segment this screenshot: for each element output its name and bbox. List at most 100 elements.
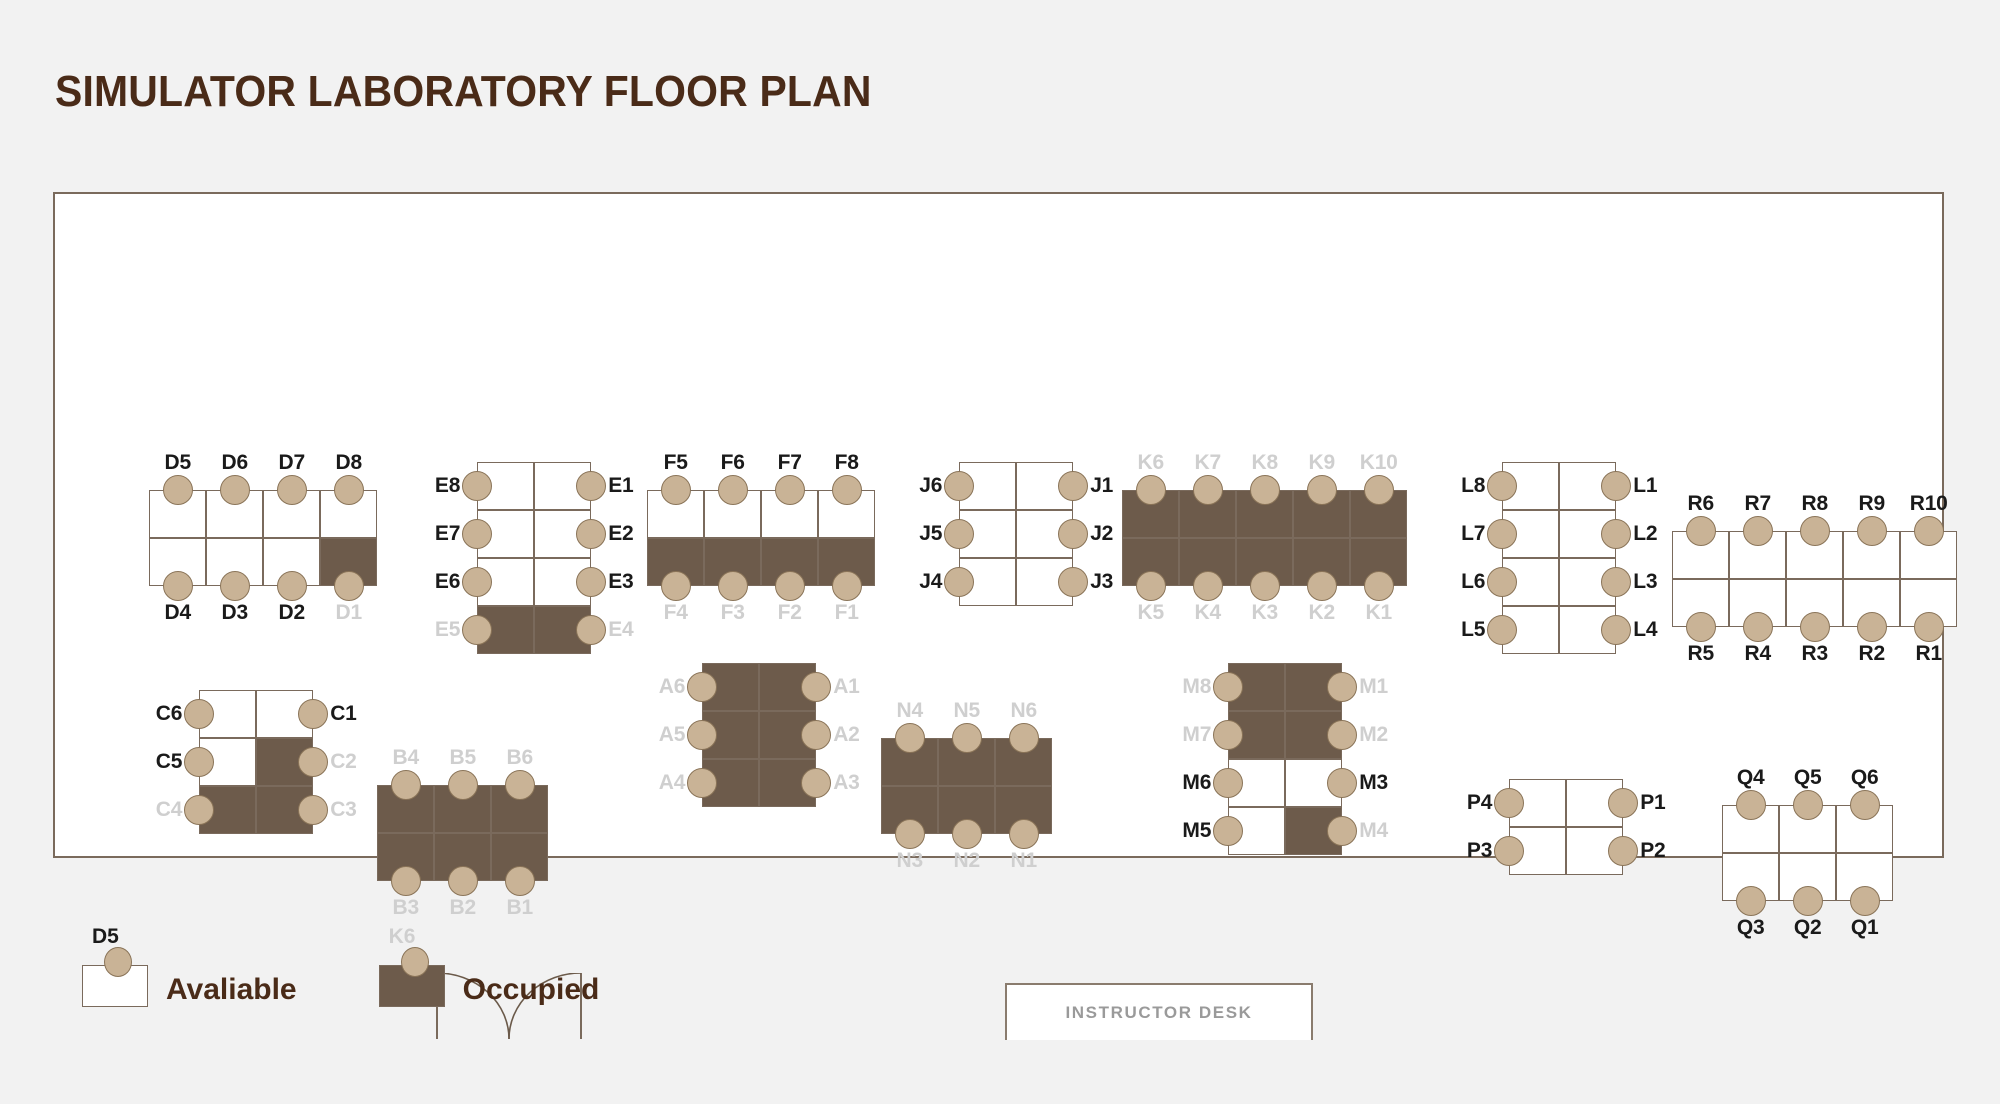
seat-icon-k3[interactable] bbox=[1249, 571, 1280, 602]
seat-icon-b3[interactable] bbox=[390, 866, 421, 897]
desk-p1[interactable]: P1 bbox=[1566, 779, 1666, 828]
desk-r10[interactable]: R10 bbox=[1900, 492, 1958, 580]
desk-r6[interactable]: R6 bbox=[1672, 492, 1730, 580]
desk-k9[interactable]: K9 bbox=[1293, 451, 1351, 539]
desk-l4[interactable]: L4 bbox=[1559, 606, 1658, 655]
seat-icon-j5[interactable] bbox=[944, 519, 975, 550]
desk-q1[interactable]: Q1 bbox=[1836, 853, 1894, 939]
seat-icon-n3[interactable] bbox=[894, 819, 925, 850]
desk-k2[interactable]: K2 bbox=[1293, 538, 1351, 624]
seat-icon-c2[interactable] bbox=[298, 747, 329, 778]
seat-icon-n2[interactable] bbox=[951, 819, 982, 850]
seat-icon-r6[interactable] bbox=[1685, 516, 1716, 547]
desk-f2[interactable]: F2 bbox=[761, 538, 819, 624]
seat-icon-q4[interactable] bbox=[1735, 790, 1766, 821]
desk-a3[interactable]: A3 bbox=[759, 759, 860, 808]
seat-icon-n6[interactable] bbox=[1008, 723, 1039, 754]
seat-icon-l1[interactable] bbox=[1601, 471, 1632, 502]
desk-j3[interactable]: J3 bbox=[1016, 558, 1113, 607]
seat-icon-k1[interactable] bbox=[1363, 571, 1394, 602]
seat-icon-r9[interactable] bbox=[1856, 516, 1887, 547]
desk-c1[interactable]: C1 bbox=[256, 690, 357, 739]
desk-e8[interactable]: E8 bbox=[435, 462, 535, 511]
desk-f4[interactable]: F4 bbox=[647, 538, 705, 624]
desk-r3[interactable]: R3 bbox=[1786, 579, 1844, 665]
desk-b3[interactable]: B3 bbox=[377, 833, 435, 919]
seat-icon-m8[interactable] bbox=[1213, 672, 1244, 703]
seat-icon-b1[interactable] bbox=[504, 866, 535, 897]
desk-r1[interactable]: R1 bbox=[1900, 579, 1958, 665]
seat-icon-n1[interactable] bbox=[1008, 819, 1039, 850]
desk-k4[interactable]: K4 bbox=[1179, 538, 1237, 624]
seat-icon-c5[interactable] bbox=[184, 747, 215, 778]
desk-d6[interactable]: D6 bbox=[206, 451, 264, 539]
desk-k10[interactable]: K10 bbox=[1350, 451, 1408, 539]
seat-icon-e7[interactable] bbox=[462, 519, 493, 550]
desk-n5[interactable]: N5 bbox=[938, 699, 996, 787]
seat-icon-m3[interactable] bbox=[1327, 768, 1358, 799]
seat-icon-r7[interactable] bbox=[1742, 516, 1773, 547]
desk-m8[interactable]: M8 bbox=[1182, 663, 1286, 712]
seat-icon-d4[interactable] bbox=[162, 571, 193, 602]
seat-icon-j3[interactable] bbox=[1058, 567, 1089, 598]
desk-q5[interactable]: Q5 bbox=[1779, 766, 1837, 854]
seat-icon-k7[interactable] bbox=[1192, 475, 1223, 506]
desk-c2[interactable]: C2 bbox=[256, 738, 357, 787]
seat-icon-p1[interactable] bbox=[1608, 788, 1639, 819]
desk-e5[interactable]: E5 bbox=[435, 606, 535, 655]
seat-icon-e5[interactable] bbox=[462, 615, 493, 646]
seat-icon-q2[interactable] bbox=[1792, 886, 1823, 917]
desk-d1[interactable]: D1 bbox=[320, 538, 378, 624]
desk-q3[interactable]: Q3 bbox=[1722, 853, 1780, 939]
seat-icon-d6[interactable] bbox=[219, 475, 250, 506]
seat-icon-j2[interactable] bbox=[1058, 519, 1089, 550]
seat-icon-b2[interactable] bbox=[447, 866, 478, 897]
desk-m4[interactable]: M4 bbox=[1285, 807, 1388, 856]
seat-icon-q3[interactable] bbox=[1735, 886, 1766, 917]
desk-m1[interactable]: M1 bbox=[1285, 663, 1388, 712]
desk-p4[interactable]: P4 bbox=[1467, 779, 1567, 828]
seat-icon-b6[interactable] bbox=[504, 770, 535, 801]
seat-icon-k4[interactable] bbox=[1192, 571, 1223, 602]
seat-icon-f8[interactable] bbox=[831, 475, 862, 506]
seat-icon-a4[interactable] bbox=[687, 768, 718, 799]
desk-a4[interactable]: A4 bbox=[659, 759, 760, 808]
desk-e2[interactable]: E2 bbox=[534, 510, 634, 559]
desk-q4[interactable]: Q4 bbox=[1722, 766, 1780, 854]
seat-icon-b5[interactable] bbox=[447, 770, 478, 801]
desk-f6[interactable]: F6 bbox=[704, 451, 762, 539]
desk-b1[interactable]: B1 bbox=[491, 833, 549, 919]
desk-j6[interactable]: J6 bbox=[919, 462, 1017, 511]
seat-icon-n5[interactable] bbox=[951, 723, 982, 754]
desk-c3[interactable]: C3 bbox=[256, 786, 357, 835]
seat-icon-a1[interactable] bbox=[801, 672, 832, 703]
seat-icon-f2[interactable] bbox=[774, 571, 805, 602]
desk-m5[interactable]: M5 bbox=[1182, 807, 1286, 856]
seat-icon-k10[interactable] bbox=[1363, 475, 1394, 506]
desk-c4[interactable]: C4 bbox=[156, 786, 257, 835]
desk-e4[interactable]: E4 bbox=[534, 606, 634, 655]
desk-n1[interactable]: N1 bbox=[995, 786, 1053, 872]
desk-m3[interactable]: M3 bbox=[1285, 759, 1388, 808]
seat-icon-f1[interactable] bbox=[831, 571, 862, 602]
desk-n6[interactable]: N6 bbox=[995, 699, 1053, 787]
desk-k6[interactable]: K6 bbox=[1122, 451, 1180, 539]
desk-m2[interactable]: M2 bbox=[1285, 711, 1388, 760]
seat-icon-c3[interactable] bbox=[298, 795, 329, 826]
seat-icon-r1[interactable] bbox=[1913, 612, 1944, 643]
seat-icon-m7[interactable] bbox=[1213, 720, 1244, 751]
desk-p2[interactable]: P2 bbox=[1566, 827, 1666, 876]
desk-k1[interactable]: K1 bbox=[1350, 538, 1408, 624]
desk-n2[interactable]: N2 bbox=[938, 786, 996, 872]
seat-icon-m6[interactable] bbox=[1213, 768, 1244, 799]
desk-q2[interactable]: Q2 bbox=[1779, 853, 1837, 939]
seat-icon-p2[interactable] bbox=[1608, 836, 1639, 867]
seat-icon-j1[interactable] bbox=[1058, 471, 1089, 502]
desk-f3[interactable]: F3 bbox=[704, 538, 762, 624]
desk-a6[interactable]: A6 bbox=[659, 663, 760, 712]
seat-icon-n4[interactable] bbox=[894, 723, 925, 754]
desk-j2[interactable]: J2 bbox=[1016, 510, 1113, 559]
seat-icon-f3[interactable] bbox=[717, 571, 748, 602]
seat-icon-m2[interactable] bbox=[1327, 720, 1358, 751]
desk-j1[interactable]: J1 bbox=[1016, 462, 1113, 511]
